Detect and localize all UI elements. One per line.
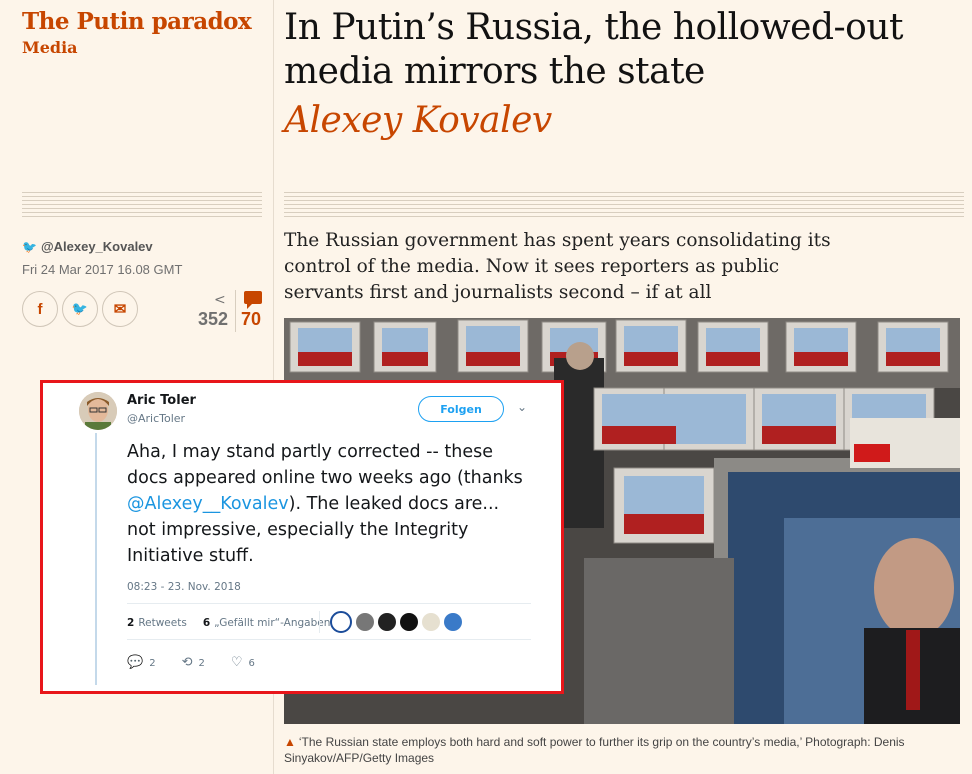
reply-icon: 💬 <box>127 655 144 670</box>
reply-count: 2 <box>149 658 156 669</box>
tweet-text-part: Aha, I may stand partly corrected -- the… <box>127 442 523 488</box>
reply-button[interactable]: 💬 2 <box>127 655 156 670</box>
liker-avatar[interactable] <box>378 613 396 631</box>
liker-avatar[interactable] <box>330 611 352 633</box>
facebook-share-button[interactable]: f <box>22 291 58 327</box>
author-twitter-handle[interactable]: 🐦 @Alexey_Kovalev <box>22 239 153 254</box>
thread-line <box>95 433 97 685</box>
share-count: 352 <box>198 309 229 329</box>
likers-avatars <box>319 611 462 633</box>
likes-label[interactable]: „Gefällt mir“-Angaben <box>214 617 330 629</box>
section-label[interactable]: Media <box>22 38 78 57</box>
facebook-icon: f <box>37 300 43 318</box>
publish-date: Fri 24 Mar 2017 16.08 GMT <box>22 262 183 277</box>
heart-icon: ♡ <box>230 655 243 670</box>
article-author[interactable]: Alexey Kovalev <box>284 100 552 141</box>
embedded-tweet[interactable]: Aric Toler @AricToler Folgen ⌄ Aha, I ma… <box>40 380 564 694</box>
tweet-stats: 2 Retweets 6 „Gefällt mir“-Angaben <box>127 617 330 629</box>
likes-count[interactable]: 6 <box>203 617 210 629</box>
meta-divider <box>235 290 236 332</box>
article-headline: In Putin’s Russia, the hollowed-out medi… <box>284 7 904 92</box>
avatar[interactable] <box>79 392 117 430</box>
avatar-image <box>79 392 117 430</box>
like-count: 6 <box>248 658 255 669</box>
retweet-count: 2 <box>198 658 205 669</box>
twitter-share-button[interactable]: 🐦 <box>62 291 98 327</box>
tweet-mention-link[interactable]: @Alexey__Kovalev <box>127 494 289 514</box>
retweet-button[interactable]: ⟲ 2 <box>182 655 205 670</box>
tweet-actions: 💬 2 ⟲ 2 ♡ 6 <box>127 655 255 670</box>
retweet-icon: ⟲ <box>181 655 193 670</box>
share-icon: < <box>214 292 226 308</box>
author-handle-text[interactable]: @Alexey_Kovalev <box>41 239 153 254</box>
email-share-button[interactable]: ✉ <box>102 291 138 327</box>
tweet-author-handle[interactable]: @AricToler <box>127 412 185 425</box>
stats-divider <box>319 611 320 633</box>
photo-caption-text: ‘The Russian state employs both hard and… <box>284 735 905 765</box>
follow-button[interactable]: Folgen <box>418 396 504 422</box>
liker-avatar[interactable] <box>356 613 374 631</box>
triangle-up-icon: ▲ <box>284 735 296 749</box>
twitter-icon: 🐦 <box>71 301 89 316</box>
retweets-label[interactable]: Retweets <box>138 617 187 629</box>
twitter-bird-icon: 🐦 <box>22 240 37 254</box>
email-icon: ✉ <box>113 301 127 318</box>
comment-count[interactable]: 70 <box>241 309 261 330</box>
tweet-text: Aha, I may stand partly corrected -- the… <box>127 439 527 569</box>
photo-caption: ▲ ‘The Russian state employs both hard an… <box>284 734 964 766</box>
series-title[interactable]: The Putin paradox <box>22 8 252 35</box>
tweet-divider <box>127 639 531 640</box>
retweets-count[interactable]: 2 <box>127 617 134 629</box>
liker-avatar[interactable] <box>444 613 462 631</box>
article-standfirst: The Russian government has spent years c… <box>284 230 831 303</box>
liker-avatar[interactable] <box>400 613 418 631</box>
tweet-timestamp[interactable]: 08:23 - 23. Nov. 2018 <box>127 581 241 593</box>
liker-avatar[interactable] <box>422 613 440 631</box>
divider-rules <box>22 192 262 218</box>
tweet-author-name[interactable]: Aric Toler <box>127 393 196 408</box>
tweet-divider <box>127 603 531 604</box>
chevron-down-icon[interactable]: ⌄ <box>517 400 527 414</box>
like-button[interactable]: ♡ 6 <box>231 655 255 670</box>
headline-divider-rules <box>284 192 964 218</box>
comment-icon[interactable] <box>244 291 262 309</box>
